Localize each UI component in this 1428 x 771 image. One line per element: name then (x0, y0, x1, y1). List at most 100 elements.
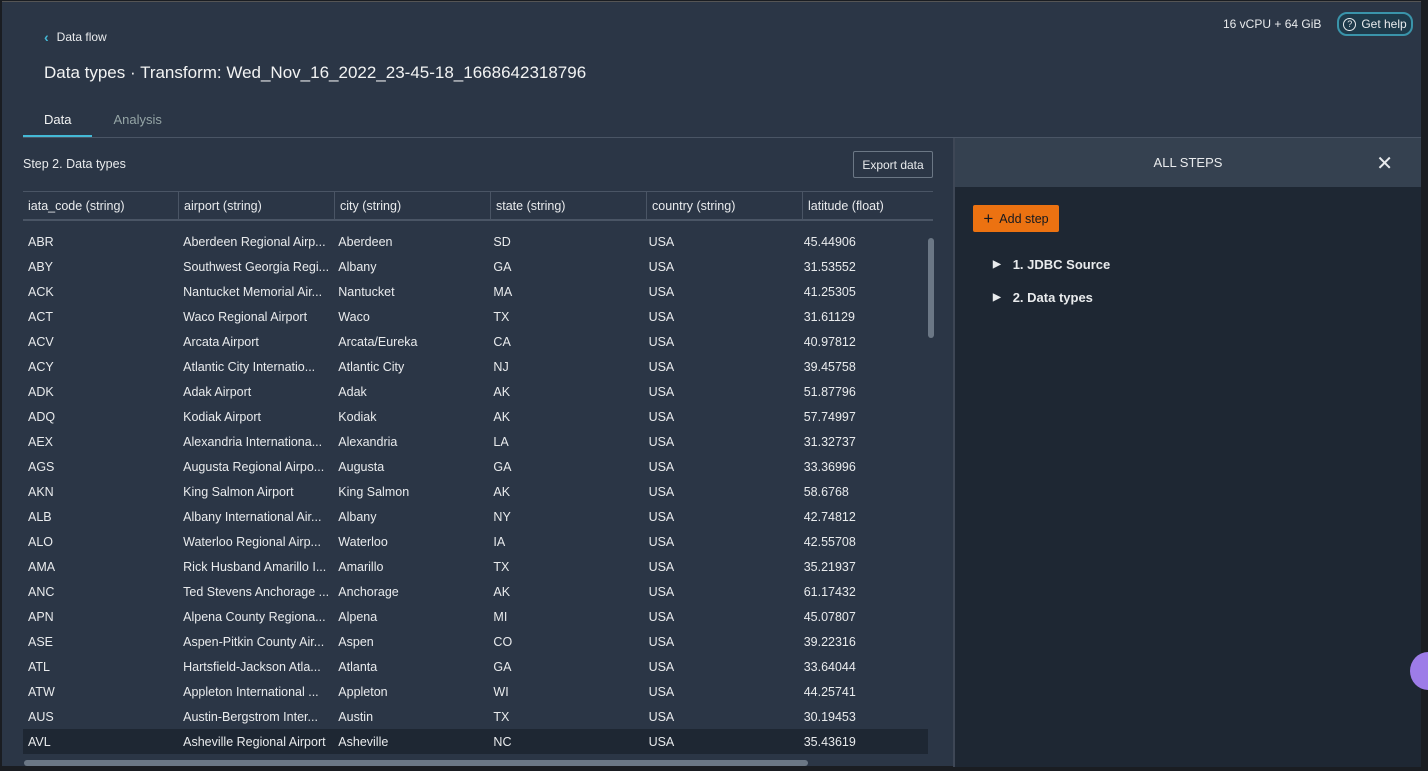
cell-city: Aberdeen (338, 234, 393, 249)
cell-country: USA (648, 234, 675, 249)
table-row[interactable]: AUS Austin-Bergstrom Inter... Austin TX USA 3… (23, 704, 928, 729)
column-header-country[interactable]: country (string) (647, 192, 803, 219)
table-row[interactable]: ABY Southwest Georgia Regi... Albany GA USA 3… (23, 254, 928, 279)
table-row[interactable]: AVL Asheville Regional Airport Asheville NC… (23, 729, 928, 754)
cell-latitude: 35.21937 (803, 559, 856, 574)
cell-airport: Austin-Bergstrom Inter... (183, 709, 318, 724)
cell-latitude: 31.53552 (803, 259, 856, 274)
get-help-button[interactable]: ? Get help (1337, 12, 1413, 36)
panel-header: ALL STEPS ✕ (955, 138, 1421, 187)
cell-latitude: 31.32737 (803, 434, 856, 449)
table-row[interactable]: ASE Aspen-Pitkin County Air... Aspen CO USA 3… (23, 629, 928, 654)
cell-state: TX (493, 309, 510, 324)
add-step-button[interactable]: + Add step (973, 205, 1059, 232)
column-header-state[interactable]: state (string) (491, 192, 647, 219)
all-steps-panel: ALL STEPS ✕ + Add step ▶ 1. JDBC Source ▶ 2… (953, 138, 1421, 767)
tab-analysis[interactable]: Analysis (92, 107, 182, 138)
cell-iata-code: ACV (28, 334, 54, 349)
cell-latitude: 45.44906 (803, 234, 856, 249)
cell-latitude: 39.45758 (803, 359, 856, 374)
cell-country: USA (648, 659, 675, 674)
column-header-city[interactable]: city (string) (335, 192, 491, 219)
cell-country: USA (648, 609, 675, 624)
cell-state: AK (493, 409, 511, 424)
table-row[interactable]: ATL Hartsfield-Jackson Atla... Atlanta GA US… (23, 654, 928, 679)
cell-city: Kodiak (338, 409, 377, 424)
table-row[interactable]: ACV Arcata Airport Arcata/Eureka CA USA 40.97… (23, 329, 928, 354)
table-row[interactable]: ABR Aberdeen Regional Airp... Aberdeen SD US… (23, 229, 928, 254)
chevron-left-icon: ‹ (44, 29, 49, 45)
cell-airport: Southwest Georgia Regi... (183, 259, 330, 274)
cell-iata-code: ASE (28, 634, 54, 649)
cell-iata-code: APN (28, 609, 54, 624)
cell-latitude: 41.25305 (803, 284, 856, 299)
cell-state: CO (493, 634, 513, 649)
column-header-iata-code[interactable]: iata_code (string) (23, 192, 179, 219)
cell-latitude: 44.25741 (803, 684, 856, 699)
cell-country: USA (648, 734, 675, 749)
column-header-airport[interactable]: airport (string) (179, 192, 335, 219)
cell-city: Nantucket (338, 284, 395, 299)
step-item-data-types[interactable]: ▶ 2. Data types (993, 290, 1093, 305)
cell-city: Alexandria (338, 434, 398, 449)
cell-airport: Ted Stevens Anchorage ... (183, 584, 330, 599)
cell-airport: Alexandria Internationa... (183, 434, 323, 449)
cell-country: USA (648, 259, 675, 274)
cell-country: USA (648, 284, 675, 299)
table-row[interactable]: ANC Ted Stevens Anchorage ... Anchorage AK U… (23, 579, 928, 604)
cell-country: USA (648, 384, 675, 399)
table-row[interactable]: ALO Waterloo Regional Airp... Waterloo IA US… (23, 529, 928, 554)
cell-airport: Kodiak Airport (183, 409, 261, 424)
cell-city: Asheville (338, 734, 389, 749)
table-row[interactable]: ADQ Kodiak Airport Kodiak AK USA 57.74997 (23, 404, 928, 429)
table-row[interactable]: AMA Rick Husband Amarillo I... Amarillo TX U… (23, 554, 928, 579)
table-row[interactable]: ALB Albany International Air... Albany NY US… (23, 504, 928, 529)
cell-airport: Aspen-Pitkin County Air... (183, 634, 325, 649)
table-row[interactable]: AEX Alexandria Internationa... Alexandria L… (23, 429, 928, 454)
cell-airport: Adak Airport (183, 384, 252, 399)
cell-airport: Albany International Air... (183, 509, 322, 524)
cell-city: Waco (338, 309, 370, 324)
step-item-jdbc-source[interactable]: ▶ 1. JDBC Source (993, 257, 1110, 272)
cell-country: USA (648, 534, 675, 549)
cell-city: King Salmon (338, 484, 410, 499)
table-row[interactable]: ACY Atlantic City Internatio... Atlantic C… (23, 354, 928, 379)
cell-latitude: 33.36996 (803, 459, 856, 474)
add-step-label: Add step (999, 211, 1049, 226)
cell-state: GA (493, 259, 512, 274)
table-row[interactable]: ADK Adak Airport Adak AK USA 51.87796 (23, 379, 928, 404)
column-header-latitude[interactable]: latitude (float) (803, 192, 933, 219)
tab-data[interactable]: Data (23, 107, 93, 138)
cell-city: Appleton (338, 684, 388, 699)
cell-state: AK (493, 384, 511, 399)
cell-state: MI (493, 609, 508, 624)
cell-latitude: 39.22316 (803, 634, 856, 649)
cell-latitude: 30.19453 (803, 709, 856, 724)
back-to-data-flow-link[interactable]: ‹ Data flow (44, 29, 107, 45)
cell-state: GA (493, 459, 512, 474)
cell-iata-code: ALO (28, 534, 54, 549)
horizontal-scrollbar[interactable] (24, 760, 808, 766)
table-row[interactable]: APN Alpena County Regiona... Alpena MI USA 45… (23, 604, 928, 629)
table-row[interactable]: AKN King Salmon Airport King Salmon AK USA 58… (23, 479, 928, 504)
vertical-scrollbar[interactable] (928, 238, 934, 338)
close-icon[interactable]: ✕ (1376, 151, 1393, 176)
cell-airport: King Salmon Airport (183, 484, 294, 499)
table-row[interactable]: ACK Nantucket Memorial Air... Nantucket MA U… (23, 279, 928, 304)
cell-state: CA (493, 334, 511, 349)
cell-iata-code: ACK (28, 284, 54, 299)
cell-city: Austin (338, 709, 374, 724)
table-row[interactable]: ATW Appleton International ... Appleton WI U… (23, 679, 928, 704)
plus-icon: + (983, 209, 994, 228)
table-row[interactable]: ACT Waco Regional Airport Waco TX USA 31.6112… (23, 304, 928, 329)
cell-state: NC (493, 734, 512, 749)
tabs: Data Analysis (23, 107, 183, 138)
cell-country: USA (648, 684, 675, 699)
cell-state: TX (493, 559, 510, 574)
cell-airport: Waterloo Regional Airp... (183, 534, 321, 549)
cell-state: AK (493, 484, 511, 499)
cell-airport: Rick Husband Amarillo I... (183, 559, 327, 574)
export-data-button[interactable]: Export data (853, 151, 933, 178)
table-row[interactable]: AGS Augusta Regional Airpo... Augusta GA USA… (23, 454, 928, 479)
step-title: Step 2. Data types (23, 157, 126, 171)
